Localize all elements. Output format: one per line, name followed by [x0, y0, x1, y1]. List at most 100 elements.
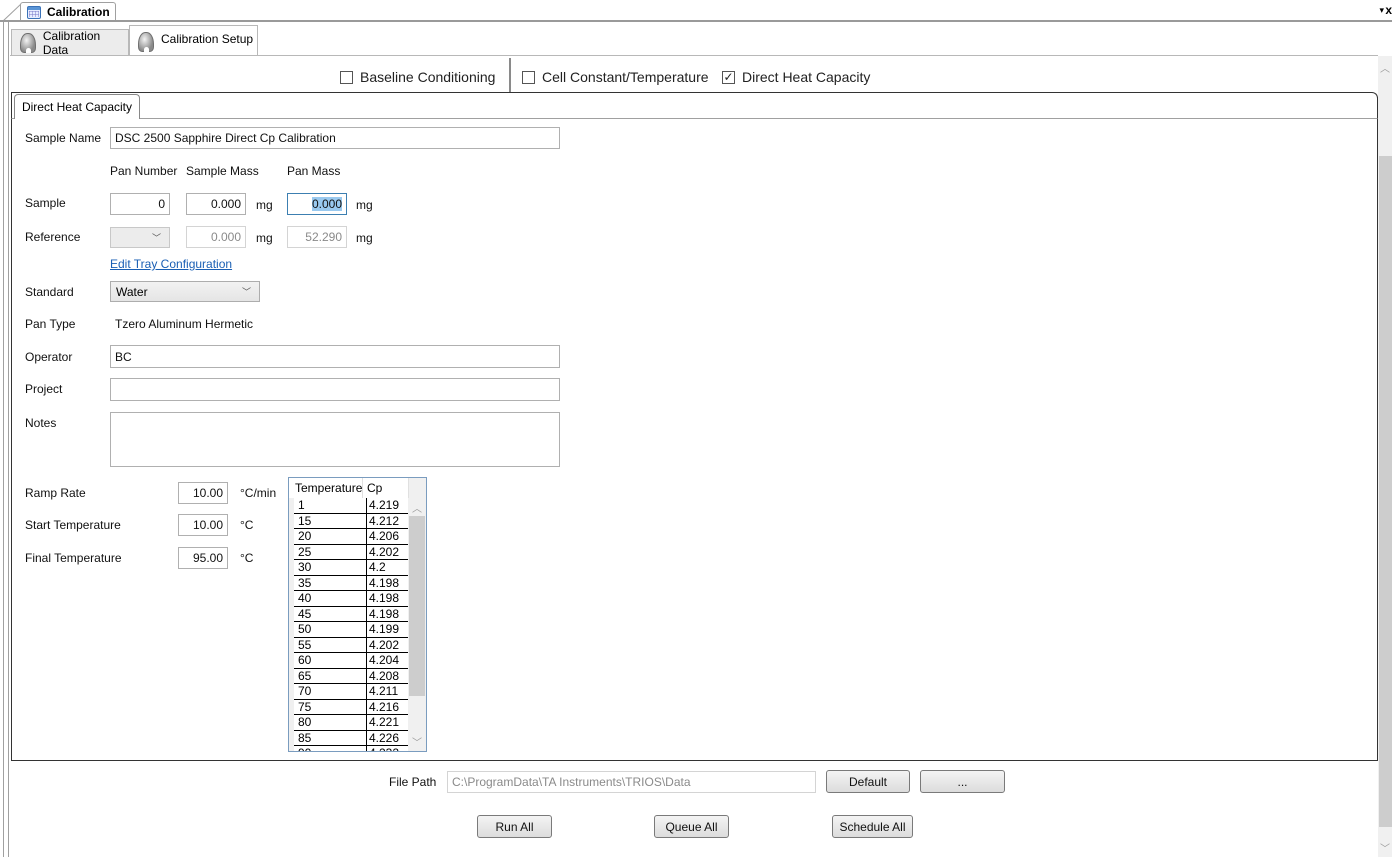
operator-input[interactable]	[110, 345, 560, 368]
table-row[interactable]: 65 4.208	[294, 668, 409, 684]
checkbox-cell-constant-temperature[interactable]: Cell Constant/Temperature	[522, 69, 709, 85]
tab-direct-heat-capacity[interactable]: Direct Heat Capacity	[14, 94, 140, 119]
temperature-cell[interactable]: 30	[294, 560, 367, 575]
cp-cell[interactable]: 4.206	[367, 529, 409, 544]
table-row[interactable]: 60 4.204	[294, 653, 409, 669]
table-row[interactable]: 30 4.2	[294, 560, 409, 576]
schedule-all-button[interactable]: Schedule All	[832, 815, 913, 838]
table-row[interactable]: 904.232	[294, 746, 409, 751]
scrollbar-thumb[interactable]	[1379, 156, 1392, 827]
table-row[interactable]: 1 4.219	[294, 498, 409, 514]
temperature-cell[interactable]: 60	[294, 653, 367, 668]
temperature-cell[interactable]: 65	[294, 668, 367, 683]
cp-cell[interactable]: 4.219	[367, 498, 409, 513]
scroll-up-icon[interactable]: ︿	[408, 500, 426, 515]
document-tab-calibration[interactable]: Calibration	[20, 2, 116, 21]
tab-list-dropdown-icon[interactable]: ▾	[1379, 5, 1384, 16]
checkbox-box[interactable]	[522, 70, 535, 84]
run-all-button[interactable]: Run All	[477, 815, 552, 838]
table-row[interactable]: 80 4.221	[294, 715, 409, 731]
cp-cell[interactable]: 4.202	[367, 544, 409, 559]
table-row[interactable]: 20 4.206	[294, 529, 409, 545]
temperature-cell[interactable]: 1	[294, 498, 367, 513]
checkbox-baseline-conditioning[interactable]: Baseline Conditioning	[340, 69, 495, 85]
table-row[interactable]: 40 4.198	[294, 591, 409, 607]
table-row[interactable]: 70 4.211	[294, 684, 409, 700]
temperature-cell[interactable]: 70	[294, 684, 367, 699]
table-row[interactable]: 50 4.199	[294, 622, 409, 638]
reference-sample-mass-input[interactable]	[186, 226, 246, 248]
sample-mass-unit: mg	[256, 198, 273, 212]
reference-pan-number-select[interactable]: ﹀	[110, 227, 170, 248]
edit-tray-configuration-link[interactable]: Edit Tray Configuration	[110, 257, 232, 271]
temperature-cell[interactable]: 75	[294, 699, 367, 714]
temperature-cell[interactable]: 35	[294, 575, 367, 590]
tab-calibration-data[interactable]: Calibration Data	[11, 29, 129, 57]
tab-calibration-setup[interactable]: Calibration Setup	[129, 25, 258, 56]
table-row[interactable]: 45 4.198	[294, 606, 409, 622]
flask-icon	[138, 32, 154, 52]
start-temperature-input[interactable]	[178, 514, 228, 536]
scroll-down-icon[interactable]: ﹀	[1378, 840, 1392, 855]
reference-pan-mass-input[interactable]	[287, 226, 347, 248]
sample-pan-number-input[interactable]	[110, 193, 170, 215]
notes-textarea[interactable]	[110, 412, 560, 467]
vertical-scrollbar[interactable]: ︿ ﹀	[1378, 56, 1392, 857]
sample-mass-input[interactable]	[186, 193, 246, 215]
table-row[interactable]: 25 4.202	[294, 544, 409, 560]
cp-cell[interactable]: 4.202	[367, 637, 409, 652]
cp-table[interactable]: Temperature Cp 1 4.219 15 4.212 20 4.206 25 4.2…	[288, 477, 427, 752]
temperature-cell[interactable]: 55	[294, 637, 367, 652]
left-border-inner	[8, 22, 9, 857]
checkbox-direct-heat-capacity[interactable]: ✓ Direct Heat Capacity	[722, 69, 870, 85]
sample-name-input[interactable]	[110, 127, 560, 149]
table-row[interactable]: 55 4.202	[294, 637, 409, 653]
cp-cell[interactable]: 4.204	[367, 653, 409, 668]
cp-cell[interactable]: 4.199	[367, 622, 409, 637]
column-header-cp[interactable]: Cp	[363, 478, 409, 498]
queue-all-button[interactable]: Queue All	[654, 815, 729, 838]
table-row[interactable]: 75 4.216	[294, 699, 409, 715]
cp-table-scrollbar[interactable]: ︿ ﹀	[408, 498, 426, 751]
checkmark-icon[interactable]: ✓	[722, 70, 735, 84]
temperature-cell[interactable]: 90	[294, 746, 367, 751]
temperature-cell[interactable]: 85	[294, 730, 367, 745]
cp-cell[interactable]: 4.208	[367, 668, 409, 683]
scroll-down-icon[interactable]: ﹀	[408, 734, 426, 749]
cp-cell[interactable]: 4.198	[367, 606, 409, 621]
project-input[interactable]	[110, 378, 560, 401]
temperature-cell[interactable]: 25	[294, 544, 367, 559]
temperature-cell[interactable]: 45	[294, 606, 367, 621]
default-button[interactable]: Default	[826, 770, 910, 793]
table-row[interactable]: 15 4.212	[294, 513, 409, 529]
close-icon[interactable]: x	[1385, 3, 1392, 17]
temperature-cell[interactable]: 15	[294, 513, 367, 528]
cp-cell[interactable]: 4.212	[367, 513, 409, 528]
temperature-cell[interactable]: 40	[294, 591, 367, 606]
file-path-input[interactable]	[447, 771, 816, 793]
table-row[interactable]: 35 4.198	[294, 575, 409, 591]
column-header-temperature[interactable]: Temperature	[289, 478, 363, 498]
cp-cell[interactable]: 4.232	[367, 746, 409, 751]
cp-cell[interactable]: 4.211	[367, 684, 409, 699]
temperature-cell[interactable]: 20	[294, 529, 367, 544]
start-temperature-unit: °C	[240, 518, 254, 532]
final-temperature-input[interactable]	[178, 547, 228, 569]
temperature-cell[interactable]: 50	[294, 622, 367, 637]
checkbox-box[interactable]	[340, 70, 353, 84]
cp-cell[interactable]: 4.226	[367, 730, 409, 745]
standard-select[interactable]: Water ﹀	[110, 281, 260, 302]
sample-pan-mass-input[interactable]: 0.000	[287, 193, 347, 215]
scrollbar-thumb[interactable]	[409, 516, 425, 696]
cp-cell[interactable]: 4.221	[367, 715, 409, 730]
cp-cell[interactable]: 4.198	[367, 575, 409, 590]
cp-cell[interactable]: 4.2	[367, 560, 409, 575]
cp-cell[interactable]: 4.216	[367, 699, 409, 714]
scroll-up-icon[interactable]: ︿	[1378, 60, 1392, 75]
table-row[interactable]: 85 4.226	[294, 730, 409, 746]
cp-cell[interactable]: 4.198	[367, 591, 409, 606]
browse-button[interactable]: ...	[920, 770, 1005, 793]
tab-label: Calibration Data	[42, 29, 101, 57]
ramp-rate-input[interactable]	[178, 482, 228, 504]
temperature-cell[interactable]: 80	[294, 715, 367, 730]
